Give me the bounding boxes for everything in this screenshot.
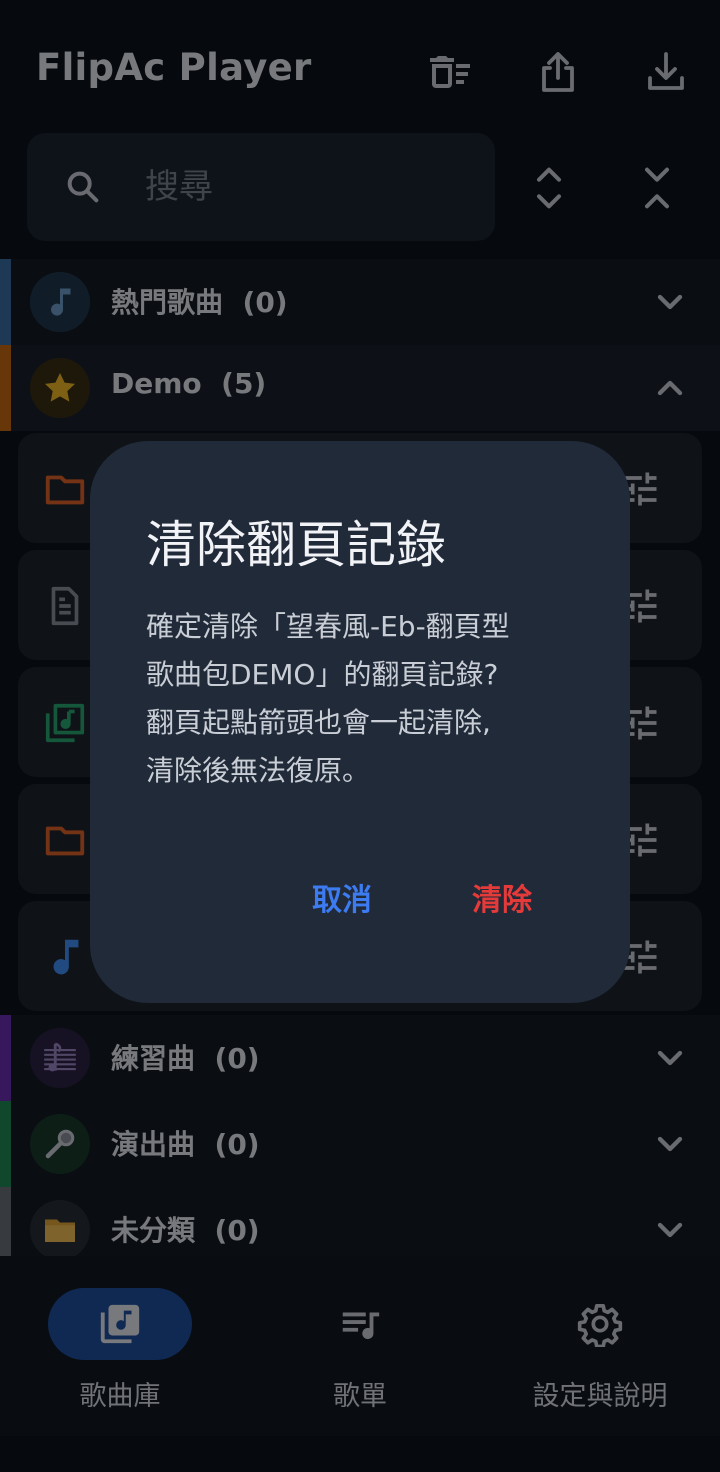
dialog-message: 確定清除「望春風-Eb-翻頁型 歌曲包DEMO」的翻頁記錄? 翻頁起點箭頭也會一…: [146, 610, 510, 787]
dialog-title: 清除翻頁記錄: [146, 516, 446, 574]
clear-page-record-dialog: 清除翻頁記錄 確定清除「望春風-Eb-翻頁型 歌曲包DEMO」的翻頁記錄? 翻頁…: [90, 441, 630, 1003]
clear-button[interactable]: 清除: [472, 869, 532, 925]
app-root: FlipAc Player 熱門歌曲 (0) Demo: [0, 0, 720, 1472]
cancel-button[interactable]: 取消: [312, 869, 372, 925]
